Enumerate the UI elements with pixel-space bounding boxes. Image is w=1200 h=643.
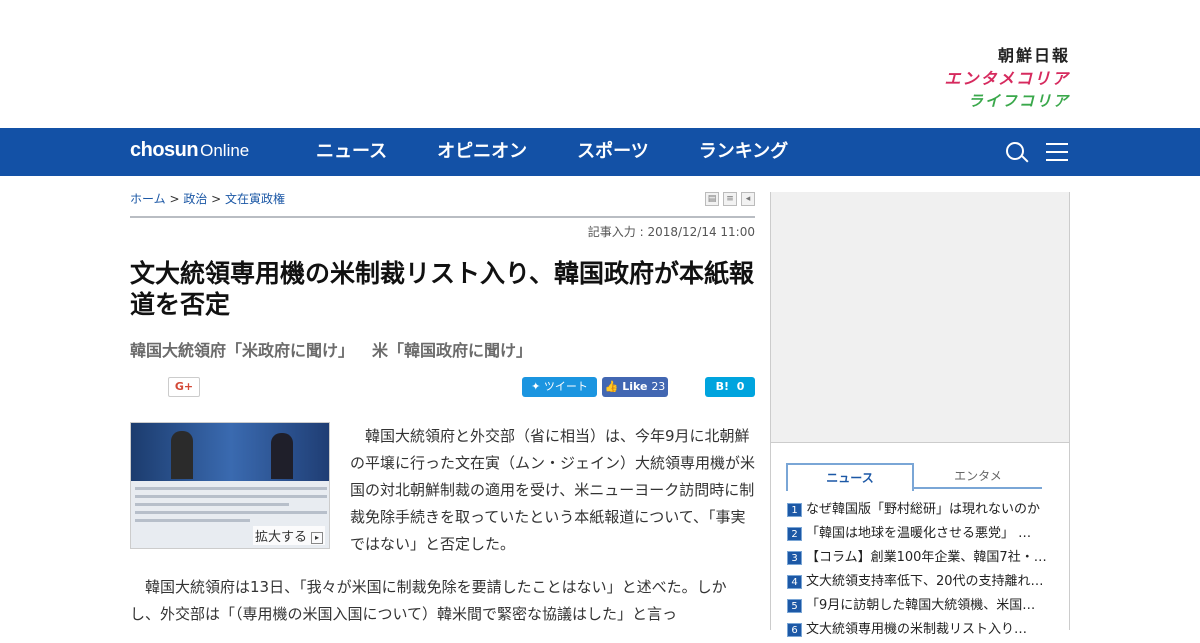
rank-title: 「韓国は地球を温暖化させる悪党」 …	[806, 526, 1032, 541]
divider	[130, 216, 755, 218]
article-lead: 韓国大統領府と外交部（省に相当）は、今年9月に北朝鮮の平壌に行った文在寅（ムン・…	[350, 427, 756, 553]
ranking-item[interactable]: 3 【コラム】創業100年企業、韓国7社・…	[787, 547, 1053, 571]
subhead-part-2: 米「韓国政府に聞け」	[372, 341, 533, 360]
ranking-item[interactable]: 6 文大統領専用機の米制裁リスト入り…	[787, 619, 1053, 643]
nav-icons	[1004, 140, 1070, 166]
ranking-tabs: ニュース エンタメ	[786, 463, 1042, 491]
menu-icon[interactable]	[1044, 140, 1070, 166]
rank-title: なぜ韓国版「野村総研」は現れないのか	[806, 502, 1041, 517]
rank-number: 4	[787, 574, 802, 589]
breadcrumb-separator: >	[165, 192, 184, 206]
logo-bold: chosun	[130, 139, 199, 161]
nav-item-news[interactable]: ニュース	[316, 128, 387, 176]
nav-item-sports[interactable]: スポーツ	[577, 128, 649, 176]
entame-korea-link[interactable]: エンタメコリア	[920, 67, 1070, 90]
breadcrumb-politics[interactable]: 政治	[183, 192, 207, 206]
enlarge-label: 拡大する	[254, 530, 307, 545]
ranking-item[interactable]: 5 「9月に訪朝した韓国大統領機、米国…	[787, 595, 1053, 619]
chevron-right-icon: ▸	[311, 531, 323, 544]
article-tools: ▤ ≡ ◂	[705, 192, 755, 206]
twitter-bird-icon: ✦	[531, 380, 544, 393]
search-icon[interactable]	[1004, 140, 1030, 166]
like-label: Like	[622, 380, 648, 393]
tweet-label: ツイート	[543, 380, 588, 393]
breadcrumb-home[interactable]: ホーム	[130, 192, 166, 206]
text-view-icon[interactable]: ≡	[723, 192, 737, 206]
tweet-button[interactable]: ✦ ツイート	[522, 377, 597, 397]
article-photo[interactable]: 拡大する ▸	[130, 422, 330, 549]
article-date: 記事入力 : 2018/12/14 11:00	[587, 225, 755, 239]
breadcrumb-topic[interactable]: 文在寅政権	[225, 192, 285, 206]
nav-item-ranking[interactable]: ランキング	[699, 128, 788, 176]
tab-entame[interactable]: エンタメ	[914, 463, 1042, 489]
nav-items: ニュース オピニオン スポーツ ランキング	[316, 128, 838, 176]
ranking-item[interactable]: 2 「韓国は地球を温暖化させる悪党」 …	[787, 523, 1053, 547]
photo-image	[131, 423, 329, 481]
like-count: 23	[651, 380, 666, 393]
sidebar-ad-slot	[770, 192, 1070, 442]
subhead-part-1: 韓国大統領府「米政府に聞け」	[130, 341, 355, 360]
ranking-item[interactable]: 4 文大統領支持率低下、20代の支持離れ…	[787, 571, 1053, 595]
share-bar: G+ ✦ ツイート 👍 Like 23 B! 0	[130, 377, 755, 399]
tab-news[interactable]: ニュース	[786, 463, 914, 491]
article-column: ホーム > 政治 > 文在寅政権 ▤ ≡ ◂ 記事入力 : 2018/12/14…	[130, 176, 755, 630]
rank-title: 「9月に訪朝した韓国大統領機、米国…	[806, 598, 1036, 613]
site-header: 朝鮮日報 エンタメコリア ライフコリア	[0, 0, 1200, 128]
article-paragraph: 韓国大統領府は13日、「我々が米国に制裁免除を要請したことはない」と述べた。しか…	[130, 578, 727, 623]
article-subhead: 韓国大統領府「米政府に聞け」 米「韓国政府に聞け」	[130, 337, 755, 361]
breadcrumb-separator: >	[207, 192, 226, 206]
article-headline: 文大統領専用機の米制裁リスト入り、韓国政府が本紙報道を否定	[130, 259, 755, 319]
logo-light: Online	[200, 141, 250, 160]
ranking-item[interactable]: 1 なぜ韓国版「野村総研」は現れないのか	[787, 499, 1053, 523]
google-plus-button[interactable]: G+	[168, 377, 200, 397]
nav-item-opinion[interactable]: オピニオン	[437, 128, 527, 176]
hatena-count: 0	[736, 380, 745, 393]
hatena-bookmark-button[interactable]: B! 0	[705, 377, 755, 397]
hatena-label: B!	[715, 380, 730, 393]
print-icon[interactable]: ▤	[705, 192, 719, 206]
rank-title: 文大統領支持率低下、20代の支持離れ…	[806, 574, 1044, 589]
life-korea-link[interactable]: ライフコリア	[920, 90, 1070, 113]
rank-number: 2	[787, 526, 802, 541]
rank-number: 3	[787, 550, 802, 565]
rank-number: 5	[787, 598, 802, 613]
ranking-widget: ニュース エンタメ 1 なぜ韓国版「野村総研」は現れないのか 2 「韓国は地球を温暖…	[770, 442, 1070, 637]
ranking-list: 1 なぜ韓国版「野村総研」は現れないのか 2 「韓国は地球を温暖化させる悪党」 … …	[787, 499, 1053, 643]
facebook-like-button[interactable]: 👍 Like 23	[602, 377, 668, 397]
photo-infographic	[135, 487, 327, 527]
rank-title: 【コラム】創業100年企業、韓国7社・…	[806, 550, 1047, 565]
breadcrumb: ホーム > 政治 > 文在寅政権 ▤ ≡ ◂	[130, 190, 755, 210]
thumbs-up-icon: 👍	[604, 380, 623, 393]
rank-number: 1	[787, 502, 802, 517]
enlarge-link[interactable]: 拡大する ▸	[252, 526, 325, 545]
back-icon[interactable]: ◂	[741, 192, 755, 206]
chosunilbo-link[interactable]: 朝鮮日報	[920, 44, 1070, 67]
brand-links: 朝鮮日報 エンタメコリア ライフコリア	[920, 44, 1070, 113]
main-nav: chosun Online ニュース オピニオン スポーツ ランキング	[0, 128, 1200, 176]
site-logo[interactable]: chosun Online	[130, 139, 249, 162]
